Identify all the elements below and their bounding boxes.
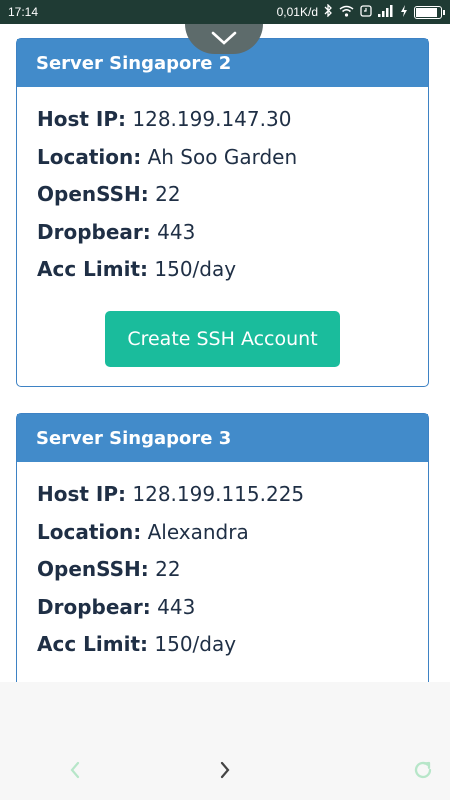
alarm-icon — [360, 4, 372, 20]
openssh-row: OpenSSH: 22 — [37, 551, 408, 589]
acc-limit-label: Acc Limit: — [37, 632, 149, 656]
host-ip-value: 128.199.115.225 — [132, 482, 305, 506]
server-name: Server Singapore 2 — [36, 52, 232, 74]
host-ip-row: Host IP: 128.199.115.225 — [37, 476, 408, 514]
server-details: Host IP: 128.199.147.30 Location: Ah Soo… — [17, 87, 428, 367]
location-value: Ah Soo Garden — [147, 144, 298, 169]
acc-limit-row: Acc Limit: 150/day — [37, 626, 408, 664]
back-chevron-icon — [69, 761, 81, 783]
location-value: Alexandra — [147, 519, 249, 544]
charging-icon — [400, 4, 408, 20]
openssh-label: OpenSSH: — [37, 557, 149, 581]
dropbear-row: Dropbear: 443 — [37, 214, 408, 252]
host-ip-label: Host IP: — [37, 107, 127, 131]
dropbear-value: 443 — [157, 219, 196, 244]
dropbear-label: Dropbear: — [37, 219, 151, 244]
server-details: Host IP: 128.199.115.225 Location: Alexa… — [17, 462, 428, 664]
web-content[interactable]: Server Singapore 2 Host IP: 128.199.147.… — [0, 24, 450, 682]
acc-limit-label: Acc Limit: — [37, 257, 149, 281]
location-row: Location: Ah Soo Garden — [37, 139, 408, 177]
refresh-button[interactable] — [411, 758, 435, 786]
forward-button[interactable] — [213, 758, 237, 786]
chevron-down-icon — [211, 30, 237, 49]
openssh-value: 22 — [155, 557, 181, 581]
status-time: 17:14 — [8, 5, 39, 19]
create-ssh-account-button[interactable]: Create SSH Account — [105, 310, 340, 367]
server-card-singapore-2: Server Singapore 2 Host IP: 128.199.147.… — [16, 38, 429, 387]
server-name: Server Singapore 3 — [36, 427, 232, 449]
status-bar: 17:14 0,01K/d — [0, 0, 450, 24]
network-speed: 0,01K/d — [276, 5, 318, 19]
status-icons: 0,01K/d — [276, 3, 445, 20]
dropbear-label: Dropbear: — [37, 594, 151, 619]
openssh-value: 22 — [155, 182, 181, 206]
openssh-label: OpenSSH: — [37, 182, 149, 206]
openssh-row: OpenSSH: 22 — [37, 176, 408, 214]
server-card-singapore-3: Server Singapore 3 Host IP: 128.199.115.… — [16, 413, 429, 682]
dropbear-value: 443 — [157, 594, 196, 619]
back-button[interactable] — [63, 758, 87, 786]
forward-chevron-icon — [219, 761, 231, 783]
location-row: Location: Alexandra — [37, 514, 408, 552]
refresh-icon — [412, 759, 434, 785]
acc-limit-value: 150/day — [154, 632, 237, 656]
acc-limit-row: Acc Limit: 150/day — [37, 251, 408, 289]
signal-icon — [378, 4, 394, 20]
host-ip-value: 128.199.147.30 — [132, 107, 292, 131]
wifi-icon — [339, 5, 354, 20]
host-ip-row: Host IP: 128.199.147.30 — [37, 101, 408, 139]
battery-icon — [414, 5, 445, 19]
battery-level — [416, 7, 437, 17]
bluetooth-icon — [324, 3, 333, 20]
dropbear-row: Dropbear: 443 — [37, 589, 408, 627]
acc-limit-value: 150/day — [154, 257, 237, 281]
server-card-header: Server Singapore 3 — [17, 414, 428, 462]
host-ip-label: Host IP: — [37, 482, 127, 506]
location-label: Location: — [37, 519, 142, 544]
location-label: Location: — [37, 144, 142, 169]
